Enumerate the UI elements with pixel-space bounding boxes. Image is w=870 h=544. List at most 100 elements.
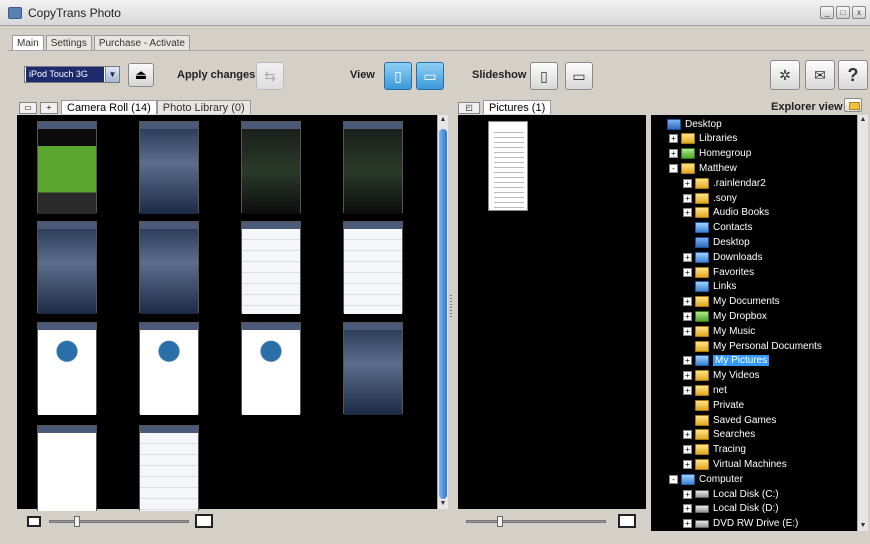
maximize-icon[interactable]: □ xyxy=(836,6,850,19)
tree-node[interactable]: + Libraries xyxy=(669,132,737,146)
expand-icon[interactable]: + xyxy=(683,178,692,188)
photo-thumbnail[interactable] xyxy=(241,322,301,415)
slider-knob[interactable] xyxy=(497,515,503,527)
tree-node[interactable]: Desktop xyxy=(655,117,722,131)
expand-icon[interactable]: + xyxy=(683,504,692,514)
scroll-up-icon[interactable]: ▲ xyxy=(438,115,448,125)
tree-node[interactable]: + Downloads xyxy=(683,250,762,264)
tree-node[interactable]: Private xyxy=(683,398,744,412)
tab-main[interactable]: Main xyxy=(12,35,44,51)
pane-splitter[interactable] xyxy=(448,115,454,531)
apply-changes-button[interactable]: ⇆ xyxy=(256,62,284,90)
tree-node[interactable]: + Favorites xyxy=(683,265,754,279)
photo-thumbnail[interactable] xyxy=(139,121,199,214)
pc-thumbnail-size-slider[interactable] xyxy=(466,515,606,527)
slider-knob[interactable] xyxy=(74,515,80,527)
scroll-down-icon[interactable]: ▼ xyxy=(858,521,868,531)
tab-settings[interactable]: Settings xyxy=(45,35,92,51)
tree-node[interactable]: + DVD RW Drive (E:) xyxy=(683,517,798,531)
collapse-album-icon[interactable]: ▭ xyxy=(19,102,37,114)
expand-icon[interactable]: + xyxy=(669,134,678,144)
thumbnail-small-icon[interactable] xyxy=(27,515,41,527)
tree-node[interactable]: + Tracing xyxy=(683,443,746,457)
tab-purchase-activate[interactable]: Purchase - Activate xyxy=(93,35,190,51)
pc-photo-thumbnail[interactable] xyxy=(488,121,528,211)
tree-node[interactable]: + My Pictures xyxy=(683,354,770,368)
expand-icon[interactable]: + xyxy=(683,371,692,381)
pc-album-icon[interactable]: ◰ xyxy=(458,102,480,114)
scroll-thumb[interactable] xyxy=(439,129,447,499)
photo-thumbnail[interactable] xyxy=(37,322,97,415)
tree-node[interactable]: + Searches xyxy=(683,428,755,442)
tree-node[interactable]: + Virtual Machines xyxy=(683,457,787,471)
photo-thumbnail[interactable] xyxy=(241,221,301,314)
tree-node[interactable]: Desktop xyxy=(683,235,750,249)
tab-camera-roll[interactable]: Camera Roll (14) xyxy=(61,100,157,114)
email-button[interactable]: ✉ xyxy=(805,60,835,90)
tree-node[interactable]: Links xyxy=(683,280,736,294)
device-photos-scrollbar[interactable]: ▲ ▼ xyxy=(437,115,448,509)
expand-icon[interactable]: + xyxy=(683,297,692,307)
photo-thumbnail[interactable] xyxy=(37,121,97,214)
photo-thumbnail[interactable] xyxy=(37,425,97,518)
scroll-up-icon[interactable]: ▲ xyxy=(858,115,868,125)
tree-node[interactable]: + Local Disk (D:) xyxy=(683,502,779,516)
photo-thumbnail[interactable] xyxy=(343,322,403,415)
tree-node[interactable]: + net xyxy=(683,383,727,397)
photo-thumbnail[interactable] xyxy=(139,425,199,518)
collapse-icon[interactable]: - xyxy=(669,474,678,484)
view-device-button[interactable]: ▯ xyxy=(384,62,412,90)
expand-icon[interactable]: + xyxy=(683,430,692,440)
splitter-grip[interactable] xyxy=(450,295,452,317)
tree-node[interactable]: Contacts xyxy=(683,221,752,235)
thumbnail-size-slider[interactable] xyxy=(49,515,189,527)
folder-tree-scrollbar[interactable]: ▲ ▼ xyxy=(857,115,868,531)
tree-node[interactable]: + .sony xyxy=(683,191,737,205)
tree-node[interactable]: + .rainlendar2 xyxy=(683,176,766,190)
tree-node[interactable]: + Homegroup xyxy=(669,147,751,161)
minimize-icon[interactable]: _ xyxy=(820,6,834,19)
slideshow-device-button[interactable]: ▯ xyxy=(530,62,558,90)
tree-node[interactable]: + Audio Books xyxy=(683,206,769,220)
photo-thumbnail[interactable] xyxy=(37,221,97,314)
tree-node[interactable]: + My Dropbox xyxy=(683,309,767,323)
expand-icon[interactable]: + xyxy=(683,311,692,321)
tree-node[interactable]: - Computer xyxy=(669,472,743,486)
tab-pictures[interactable]: Pictures (1) xyxy=(483,100,552,114)
tree-node[interactable]: + Local Disk (C:) xyxy=(683,487,779,501)
photo-thumbnail[interactable] xyxy=(139,322,199,415)
view-computer-button[interactable]: ▭ xyxy=(416,62,444,90)
tree-node[interactable]: + My Documents xyxy=(683,295,780,309)
expand-icon[interactable]: + xyxy=(683,252,692,262)
thumbnail-large-icon[interactable] xyxy=(618,514,636,528)
scroll-down-icon[interactable]: ▼ xyxy=(438,499,448,509)
help-button[interactable]: ? xyxy=(838,60,868,90)
eject-button[interactable]: ⏏ xyxy=(128,63,154,87)
tree-node[interactable]: My Personal Documents xyxy=(683,339,822,353)
photo-thumbnail[interactable] xyxy=(139,221,199,314)
collapse-icon[interactable]: - xyxy=(669,163,678,173)
expand-icon[interactable]: + xyxy=(683,385,692,395)
chevron-down-icon[interactable]: ▼ xyxy=(105,67,119,82)
tree-node[interactable]: + My Videos xyxy=(683,369,760,383)
expand-icon[interactable]: + xyxy=(683,519,692,529)
device-select[interactable]: iPod Touch 3G ▼ xyxy=(24,66,120,83)
expand-icon[interactable]: + xyxy=(683,459,692,469)
tree-node[interactable]: + My Music xyxy=(683,324,755,338)
tree-node[interactable]: - Matthew xyxy=(669,161,737,175)
expand-icon[interactable]: + xyxy=(683,193,692,203)
add-album-icon[interactable]: + xyxy=(40,102,58,114)
photo-thumbnail[interactable] xyxy=(343,121,403,214)
expand-icon[interactable]: + xyxy=(683,326,692,336)
tab-photo-library[interactable]: Photo Library (0) xyxy=(156,100,251,114)
tree-node[interactable]: Saved Games xyxy=(683,413,776,427)
expand-icon[interactable]: + xyxy=(683,267,692,277)
expand-icon[interactable]: + xyxy=(683,356,692,366)
expand-icon[interactable]: + xyxy=(683,489,692,499)
expand-icon[interactable]: + xyxy=(683,208,692,218)
photo-thumbnail[interactable] xyxy=(343,221,403,314)
slideshow-computer-button[interactable]: ▭ xyxy=(565,62,593,90)
thumbnail-large-icon[interactable] xyxy=(195,514,213,528)
close-icon[interactable]: x xyxy=(852,6,866,19)
photo-thumbnail[interactable] xyxy=(241,121,301,214)
